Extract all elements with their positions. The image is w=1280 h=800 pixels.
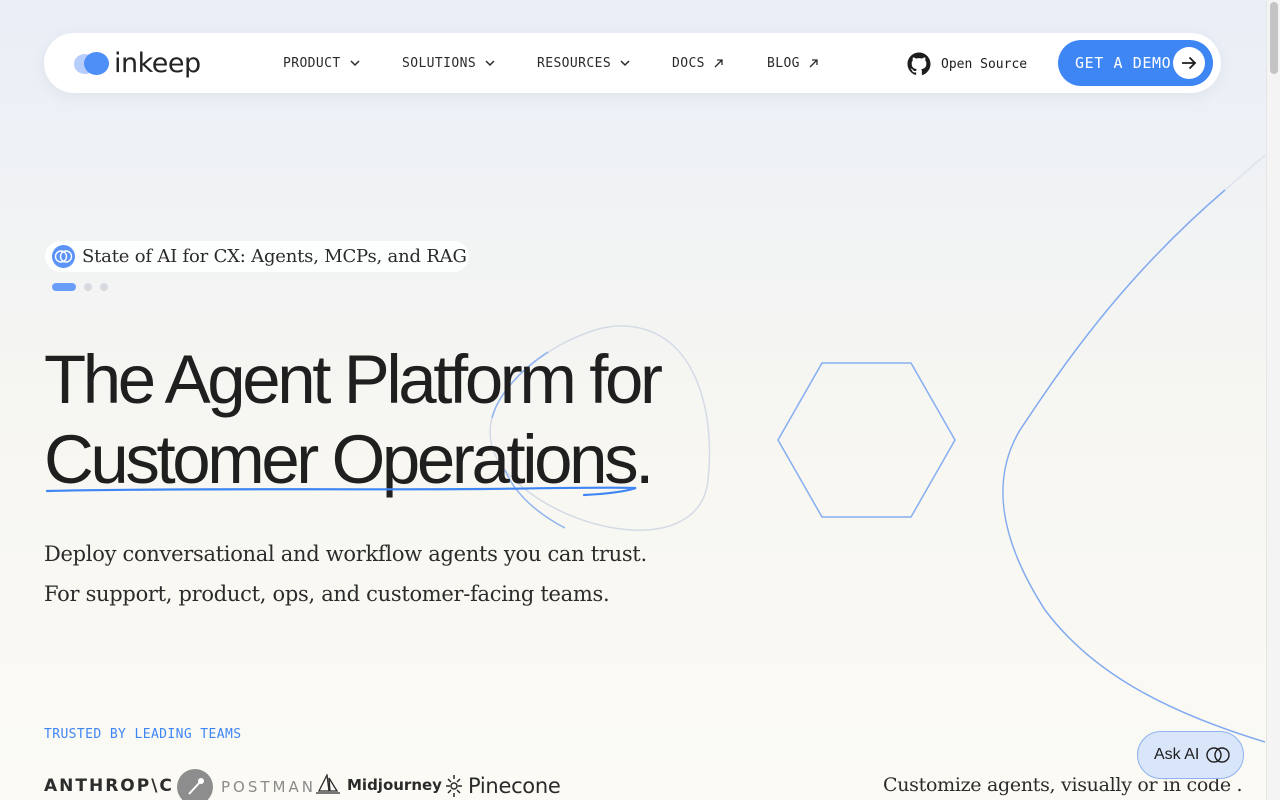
external-link-icon bbox=[809, 58, 818, 67]
announcement-text: State of AI for CX: Agents, MCPs, and RA… bbox=[82, 246, 467, 267]
postman-icon bbox=[177, 769, 213, 800]
customer-logos: ANTHROP\C POSTMAN Midjourney Pinecone bbox=[44, 766, 604, 800]
github-label: Open Source bbox=[941, 56, 1028, 72]
get-a-demo-button[interactable]: GET A DEMO bbox=[1058, 40, 1213, 86]
pinecone-icon bbox=[446, 775, 462, 797]
nav-docs[interactable]: DOCS bbox=[672, 53, 723, 73]
pinecone-logo: Pinecone bbox=[443, 773, 561, 799]
arrow-right-icon bbox=[1173, 47, 1205, 79]
github-open-source-link[interactable]: Open Source bbox=[907, 52, 1027, 76]
get-a-demo-label: GET A DEMO bbox=[1075, 54, 1172, 72]
github-icon bbox=[907, 52, 931, 76]
brand-name: inkeep bbox=[114, 47, 201, 79]
postman-logo: POSTMAN bbox=[177, 769, 316, 800]
announcement-icon bbox=[52, 245, 75, 268]
carousel-dot-1[interactable] bbox=[52, 283, 76, 291]
inkeep-logo-icon bbox=[74, 50, 110, 76]
chevron-down-icon bbox=[620, 59, 630, 66]
ask-ai-icon bbox=[1206, 747, 1231, 763]
top-navbar: inkeep PRODUCT SOLUTIONS RESOURCES DOCS … bbox=[44, 33, 1221, 93]
carousel-dot-2[interactable] bbox=[84, 283, 92, 291]
brand-logo[interactable]: inkeep bbox=[74, 47, 201, 79]
scrollbar-thumb[interactable] bbox=[1270, 2, 1278, 74]
trusted-by-label: TRUSTED BY LEADING TEAMS bbox=[44, 727, 242, 742]
nav-product[interactable]: PRODUCT bbox=[283, 53, 360, 73]
nav-solutions[interactable]: SOLUTIONS bbox=[402, 53, 495, 73]
ask-ai-button[interactable]: Ask AI bbox=[1137, 731, 1244, 779]
external-link-icon bbox=[714, 58, 723, 67]
hero-subtext-line-2: For support, product, ops, and customer-… bbox=[44, 582, 610, 606]
announcement-pill[interactable]: State of AI for CX: Agents, MCPs, and RA… bbox=[45, 241, 469, 272]
anthropic-logo: ANTHROP\C bbox=[44, 776, 174, 796]
hero-subtext: Deploy conversational and workflow agent… bbox=[44, 534, 744, 614]
sailboat-icon bbox=[316, 774, 340, 794]
carousel-dot-3[interactable] bbox=[100, 283, 108, 291]
carousel-dots bbox=[52, 283, 108, 291]
chevron-down-icon bbox=[350, 59, 360, 66]
hero-subtext-line-1: Deploy conversational and workflow agent… bbox=[44, 542, 647, 566]
midjourney-logo: Midjourney bbox=[315, 774, 442, 796]
nav-resources[interactable]: RESOURCES bbox=[537, 53, 630, 73]
nav-blog[interactable]: BLOG bbox=[767, 53, 818, 73]
chevron-down-icon bbox=[485, 59, 495, 66]
headline-underline bbox=[45, 486, 637, 497]
hero-headline: The Agent Platform for Customer Operatio… bbox=[44, 340, 724, 500]
page-scrollbar[interactable] bbox=[1266, 0, 1280, 800]
headline-line-1: The Agent Platform for bbox=[44, 341, 663, 418]
ask-ai-label: Ask AI bbox=[1154, 746, 1200, 763]
